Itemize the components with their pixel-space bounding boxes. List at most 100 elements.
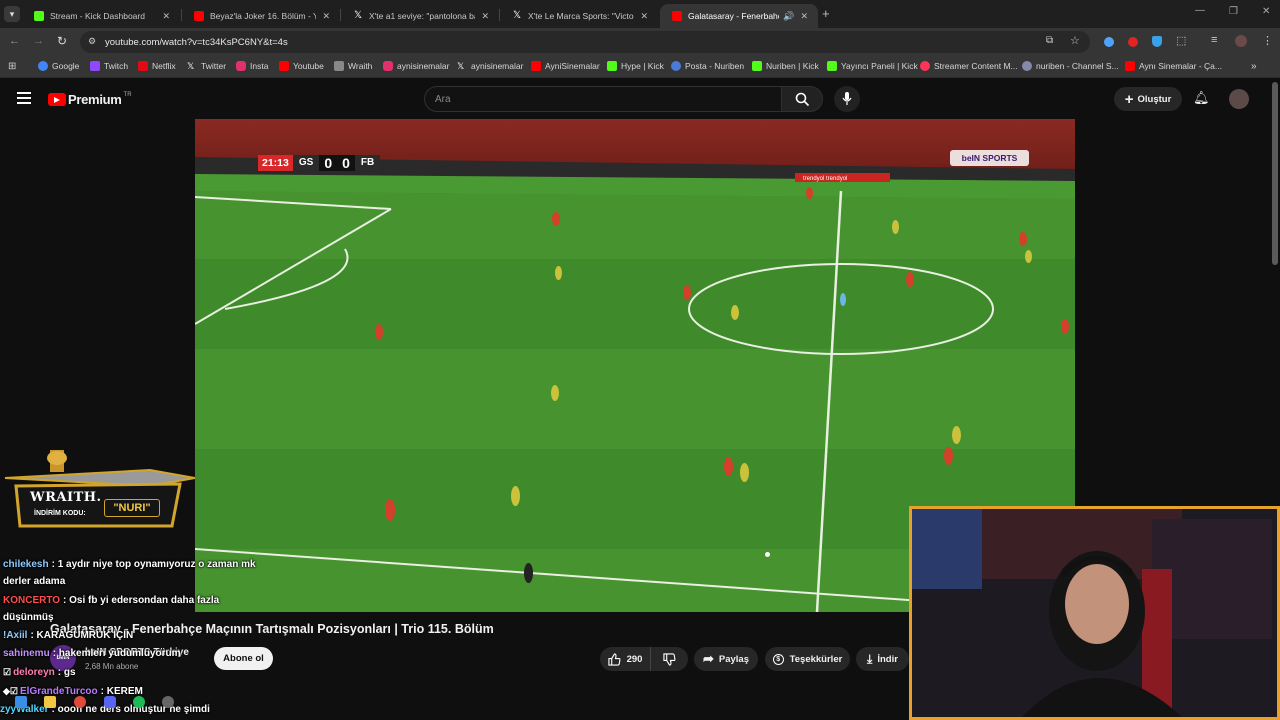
badge-icon: ☑ bbox=[3, 667, 12, 677]
super-thanks-icon: $ bbox=[772, 653, 784, 665]
like-button[interactable]: 290 bbox=[600, 647, 650, 671]
speaker-icon[interactable]: 🔊 bbox=[783, 11, 794, 22]
chrome-icon[interactable] bbox=[74, 696, 86, 708]
instagram-icon bbox=[236, 61, 246, 71]
create-button[interactable]: + Oluştur bbox=[1114, 87, 1182, 111]
bookmark-twitter[interactable]: 𝕏 Twitter bbox=[187, 61, 226, 71]
file-explorer-icon[interactable] bbox=[44, 696, 56, 708]
bookmark-yayinci-paneli[interactable]: Yayıncı Paneli | Kick bbox=[827, 61, 918, 71]
tab-search-icon[interactable]: ▾ bbox=[4, 6, 20, 22]
tab-x-a1-seviye[interactable]: 𝕏 X'te a1 seviye: "pantolona bak c ✕ bbox=[341, 4, 499, 28]
dislike-button[interactable] bbox=[650, 647, 688, 671]
bookmark-aynisinemalar-insta[interactable]: aynisinemalar bbox=[383, 61, 449, 71]
chat-message: düşünmüş bbox=[3, 612, 54, 623]
account-avatar[interactable] bbox=[1229, 89, 1249, 109]
chat-message: ☑ deloreyn: gs bbox=[3, 667, 76, 678]
windows-start-icon[interactable] bbox=[15, 696, 27, 708]
tab-kick-dashboard[interactable]: Stream - Kick Dashboard ✕ bbox=[22, 4, 180, 28]
bookmark-nuriben-kick[interactable]: Nuriben | Kick bbox=[752, 61, 819, 71]
bookmark-hype-kick[interactable]: Hype | Kick bbox=[607, 61, 664, 71]
bookmark-wraith[interactable]: Wraith bbox=[334, 61, 372, 71]
instagram-icon bbox=[383, 61, 393, 71]
browser-menu-icon[interactable]: ⋮ bbox=[1262, 34, 1273, 47]
bookmark-twitch[interactable]: Twitch bbox=[90, 61, 128, 71]
kick-icon bbox=[752, 61, 762, 71]
close-tab-icon[interactable]: ✕ bbox=[481, 11, 489, 22]
subscribe-button[interactable]: Abone ol bbox=[214, 647, 273, 670]
address-bar[interactable]: ⚙ youtube.com/watch?v=tc34KsPC6NY&t=4s ⧉… bbox=[80, 31, 1090, 53]
apps-grid-icon[interactable]: ⊞ bbox=[8, 61, 16, 72]
tab-x-le-marca[interactable]: 𝕏 X'te Le Marca Sports: "Victor O: ✕ bbox=[500, 4, 658, 28]
subscriber-count: 2,68 Mn abone bbox=[85, 662, 139, 671]
extension-icon[interactable] bbox=[1104, 37, 1114, 47]
profile-avatar[interactable] bbox=[1235, 35, 1247, 47]
kick-icon bbox=[607, 61, 617, 71]
bookmark-insta[interactable]: Insta bbox=[236, 61, 268, 71]
hamburger-menu-icon[interactable] bbox=[17, 92, 31, 104]
discord-icon[interactable] bbox=[104, 696, 116, 708]
download-button[interactable]: ⤓ İndir bbox=[856, 647, 909, 671]
chat-message: derler adama bbox=[3, 576, 66, 587]
thanks-button[interactable]: $ Teşekkürler bbox=[765, 647, 850, 671]
bookmark-nuriben-channel[interactable]: nuriben - Channel S... bbox=[1022, 61, 1119, 71]
bookmark-ayni-sinemalar[interactable]: Aynı Sinemalar - Ça... bbox=[1125, 61, 1222, 71]
webcam-overlay bbox=[909, 506, 1280, 720]
x-logo-icon: 𝕏 bbox=[457, 61, 465, 71]
bookmark-google[interactable]: Google bbox=[38, 61, 79, 71]
search-input[interactable]: Ara bbox=[424, 86, 782, 112]
close-tab-icon[interactable]: ✕ bbox=[322, 11, 330, 22]
youtube-icon bbox=[1125, 61, 1135, 71]
install-app-icon[interactable]: ⧉ bbox=[1046, 35, 1053, 46]
extensions-puzzle-icon[interactable]: ⬚ bbox=[1176, 34, 1186, 47]
maximize-icon[interactable]: ❐ bbox=[1229, 6, 1238, 17]
search-icon bbox=[795, 92, 810, 107]
wraith-icon bbox=[334, 61, 344, 71]
chat-message: sahinemu: hakemleri yudumluyorum bbox=[3, 648, 181, 659]
close-tab-icon[interactable]: ✕ bbox=[640, 11, 648, 22]
extension-icon[interactable] bbox=[1128, 37, 1138, 47]
match-scoreboard: 21:13 GS 0 0 FB bbox=[258, 154, 381, 171]
minimize-icon[interactable]: — bbox=[1195, 5, 1205, 16]
youtube-icon bbox=[194, 11, 204, 21]
site-info-icon[interactable]: ⚙ bbox=[88, 36, 96, 47]
youtube-premium-logo[interactable]: Premium TR bbox=[48, 92, 132, 107]
more-bookmarks-icon[interactable]: » bbox=[1251, 61, 1257, 72]
bookmark-star-icon[interactable]: ☆ bbox=[1070, 34, 1080, 47]
reload-icon[interactable]: ↻ bbox=[57, 34, 67, 48]
x-logo-icon: 𝕏 bbox=[512, 10, 522, 21]
mail-icon bbox=[671, 61, 681, 71]
close-tab-icon[interactable]: ✕ bbox=[800, 11, 808, 22]
new-tab-icon[interactable]: + bbox=[822, 6, 830, 21]
bookmark-aynisinemalar-yt[interactable]: AyniSinemalar bbox=[531, 61, 600, 71]
search-button[interactable] bbox=[781, 86, 823, 112]
tab-beyazla-joker[interactable]: Beyaz'la Joker 16. Bölüm - YouT ✕ bbox=[182, 4, 340, 28]
thumbs-up-icon bbox=[607, 652, 621, 666]
reading-list-icon[interactable]: ≡ bbox=[1211, 34, 1217, 46]
forward-icon[interactable]: → bbox=[33, 35, 44, 47]
youtube-icon bbox=[672, 11, 682, 21]
netflix-icon bbox=[138, 61, 148, 71]
page-scrollbar[interactable] bbox=[1272, 82, 1278, 265]
close-tab-icon[interactable]: ✕ bbox=[162, 11, 170, 22]
app-icon[interactable] bbox=[162, 696, 174, 708]
bookmark-youtube[interactable]: Youtube bbox=[279, 61, 324, 71]
kick-icon bbox=[34, 11, 44, 21]
bookmark-aynisinemalar-x[interactable]: 𝕏aynisinemalar bbox=[457, 61, 523, 71]
broadcaster-logo: beIN SPORTS bbox=[950, 150, 1029, 166]
notifications-bell-icon[interactable]: 🔔︎ bbox=[1193, 90, 1210, 106]
youtube-play-icon bbox=[48, 93, 66, 106]
close-window-icon[interactable]: ✕ bbox=[1262, 6, 1270, 17]
bookmark-netflix[interactable]: Netflix bbox=[138, 61, 176, 71]
tab-galatasaray-fenerbahce[interactable]: Galatasaray - Fenerbahçe M 🔊 ✕ bbox=[660, 4, 818, 28]
sword-emblem-icon bbox=[4, 450, 196, 528]
back-icon[interactable]: ← bbox=[9, 35, 20, 47]
kick-icon bbox=[827, 61, 837, 71]
chat-message: KONCERTO: Osi fb yi edersondan daha fazl… bbox=[3, 595, 220, 606]
voice-search-button[interactable] bbox=[834, 86, 860, 112]
sponsor-banner: WRAITH. İNDİRİM KODU: "NURI" bbox=[0, 448, 196, 530]
extension-shield-icon[interactable] bbox=[1152, 36, 1162, 47]
bookmark-streamer-content[interactable]: Streamer Content M... bbox=[920, 61, 1018, 71]
bookmark-posta[interactable]: Posta - Nuriben bbox=[671, 61, 744, 71]
share-button[interactable]: ➦ Paylaş bbox=[694, 647, 758, 671]
spotify-icon[interactable] bbox=[133, 696, 145, 708]
